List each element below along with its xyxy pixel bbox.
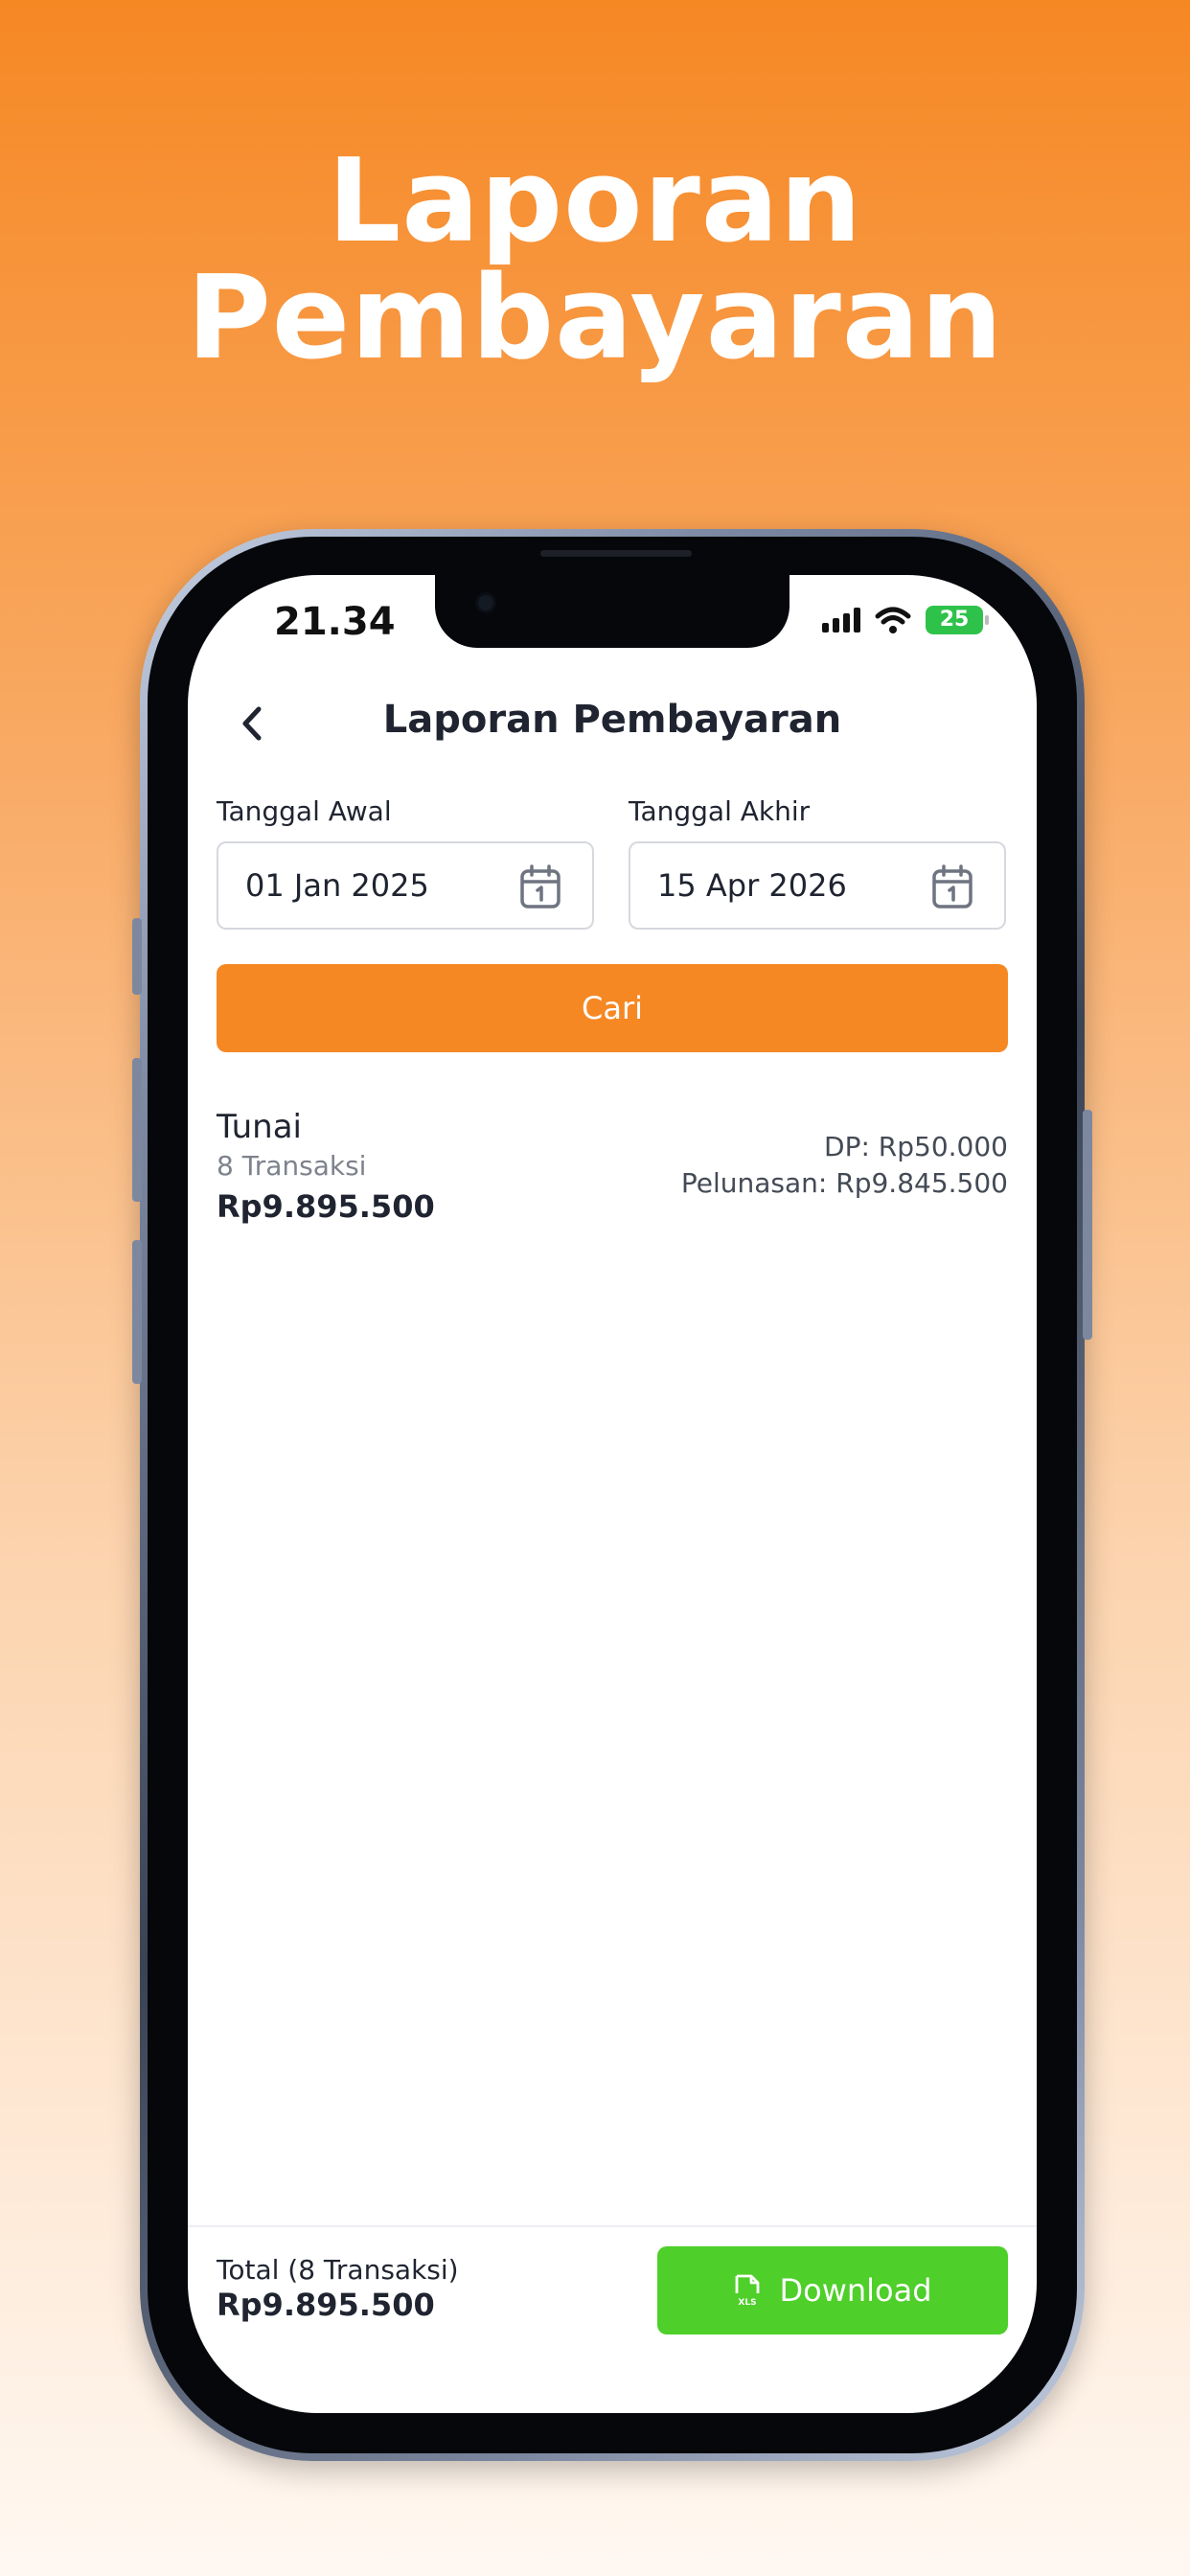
signal-icon [822,608,860,632]
start-date-field[interactable]: 01 Jan 2025 [217,841,594,930]
end-date-field[interactable]: 15 Apr 2026 [629,841,1006,930]
page-title: Laporan Pembayaran [382,698,842,742]
payment-amount: Rp9.895.500 [217,1188,435,1225]
search-button[interactable]: Cari [217,964,1008,1052]
payment-transaction-count: 8 Transaksi [217,1150,367,1182]
total-amount: Rp9.895.500 [217,2287,435,2323]
footer-divider [188,2225,1037,2227]
phone-silent-switch [132,918,142,995]
status-icons: 25 [822,606,989,634]
phone-speaker [540,550,692,557]
status-time: 21.34 [274,600,396,644]
total-label: Total (8 Transaksi) [217,2254,459,2286]
wifi-icon [875,607,911,633]
download-button[interactable]: XLS Download [657,2246,1008,2334]
payment-dp: DP: Rp50.000 [824,1131,1008,1162]
phone-power-button [1083,1110,1092,1340]
promo-title-line-1: Laporan [327,135,863,268]
app-screen: 21.34 25 Laporan Pembayaran Tanggal Awal… [188,575,1037,2413]
end-date-label: Tanggal Akhir [629,795,811,827]
download-label: Download [779,2272,932,2309]
payment-pelunasan: Pelunasan: Rp9.845.500 [680,1167,1008,1199]
promo-title-line-2: Pembayaran [186,252,1004,385]
battery-icon: 25 [926,606,989,634]
promo-title: Laporan Pembayaran [0,144,1190,378]
calendar-icon[interactable] [931,864,973,910]
app-header: Laporan Pembayaran [188,690,1037,757]
svg-text:XLS: XLS [739,2298,757,2307]
start-date-value: 01 Jan 2025 [245,867,429,904]
calendar-icon[interactable] [519,864,561,910]
phone-volume-down [132,1240,142,1384]
front-camera [475,592,496,613]
end-date-value: 15 Apr 2026 [657,867,847,904]
start-date-label: Tanggal Awal [217,795,392,827]
xls-file-icon: XLS [736,2274,760,2307]
phone-volume-up [132,1058,142,1202]
payment-method-name: Tunai [217,1108,302,1146]
